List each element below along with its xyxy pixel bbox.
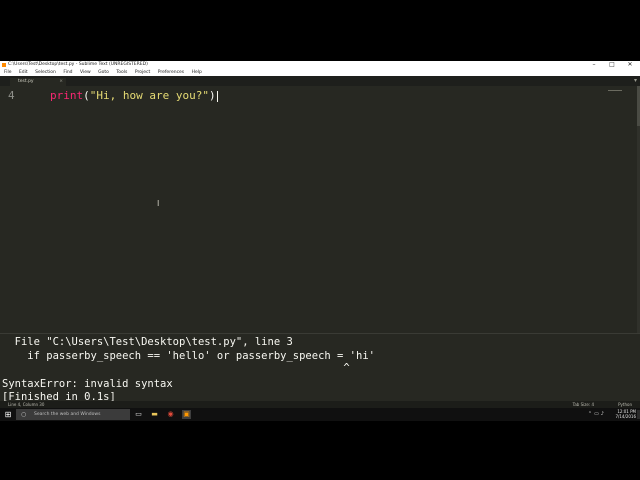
menu-goto[interactable]: Goto — [98, 70, 109, 75]
search-icon: ○ — [21, 411, 27, 418]
tab-dropdown-icon[interactable]: ▾ — [634, 77, 637, 84]
menu-find[interactable]: Find — [63, 70, 72, 75]
cursor-position: Line 4, Column 30 — [8, 402, 45, 407]
clock[interactable]: 12:01 PM 7/14/2016 — [615, 409, 636, 419]
tab-close-icon[interactable]: × — [59, 78, 63, 86]
code-string: "Hi, how are you?" — [89, 89, 209, 102]
code-line[interactable]: print("Hi, how are you?") — [50, 89, 218, 102]
tab-label: test.py — [18, 79, 34, 84]
console-line: if passerby_speech == 'hello' or passerb… — [2, 350, 375, 362]
windows-taskbar: ⊞ ○ Search the web and Windows ▭ ▬ ◉ ▣ ⌃… — [0, 408, 640, 421]
line-number: 4 — [8, 89, 15, 102]
desktop-screen: C:\Users\Test\Desktop\test.py - Sublime … — [0, 61, 640, 421]
code-editor[interactable]: 4 print("Hi, how are you?") I — [0, 86, 640, 333]
console-line: SyntaxError: invalid syntax — [2, 378, 173, 390]
maximize-button[interactable]: □ — [606, 61, 618, 69]
mouse-ibeam-cursor-icon: I — [157, 199, 160, 208]
close-button[interactable]: ✕ — [624, 61, 636, 69]
syntax-selector[interactable]: Python — [618, 401, 632, 408]
minimize-button[interactable]: – — [588, 61, 600, 69]
menu-bar: File Edit Selection Find View Goto Tools… — [0, 69, 640, 76]
menu-file[interactable]: File — [4, 70, 12, 75]
tab-test-py[interactable]: test.py × — [10, 78, 66, 86]
window-title: C:\Users\Test\Desktop\test.py - Sublime … — [8, 62, 148, 67]
taskbar-search-box[interactable]: ○ Search the web and Windows — [16, 409, 130, 420]
task-view-icon[interactable]: ▭ — [134, 410, 143, 419]
menu-tools[interactable]: Tools — [116, 70, 127, 75]
sublime-app-icon — [2, 63, 6, 67]
chrome-icon[interactable]: ◉ — [166, 410, 175, 419]
menu-selection[interactable]: Selection — [35, 70, 56, 75]
code-paren-open: ( — [83, 89, 90, 102]
menu-project[interactable]: Project — [135, 70, 150, 75]
code-paren-close: ) — [208, 89, 216, 102]
text-cursor — [216, 90, 218, 102]
title-bar: C:\Users\Test\Desktop\test.py - Sublime … — [0, 61, 640, 69]
minimap-line — [608, 90, 622, 91]
tab-bar: test.py × ▾ — [0, 76, 640, 86]
code-keyword: print — [50, 89, 84, 102]
menu-help[interactable]: Help — [192, 70, 202, 75]
windows-start-icon[interactable]: ⊞ — [2, 410, 14, 419]
line-number-gutter: 4 — [0, 86, 40, 333]
search-placeholder: Search the web and Windows — [34, 412, 101, 417]
menu-edit[interactable]: Edit — [19, 70, 28, 75]
clock-date: 7/14/2016 — [615, 414, 636, 419]
menu-view[interactable]: View — [80, 70, 91, 75]
tab-size-selector[interactable]: Tab Size: 4 — [573, 401, 594, 408]
sublime-taskbar-icon[interactable]: ▣ — [182, 410, 191, 419]
menu-preferences[interactable]: Preferences — [158, 70, 184, 75]
status-bar: Line 4, Column 30 Tab Size: 4 Python — [0, 401, 640, 408]
file-explorer-icon[interactable]: ▬ — [150, 410, 159, 419]
console-line: ^ — [2, 362, 350, 374]
build-output-panel: File "C:\Users\Test\Desktop\test.py", li… — [0, 333, 640, 403]
console-line: File "C:\Users\Test\Desktop\test.py", li… — [2, 336, 293, 348]
system-tray-icons[interactable]: ⌃▭♪ — [588, 411, 606, 417]
minimap[interactable] — [606, 88, 634, 94]
